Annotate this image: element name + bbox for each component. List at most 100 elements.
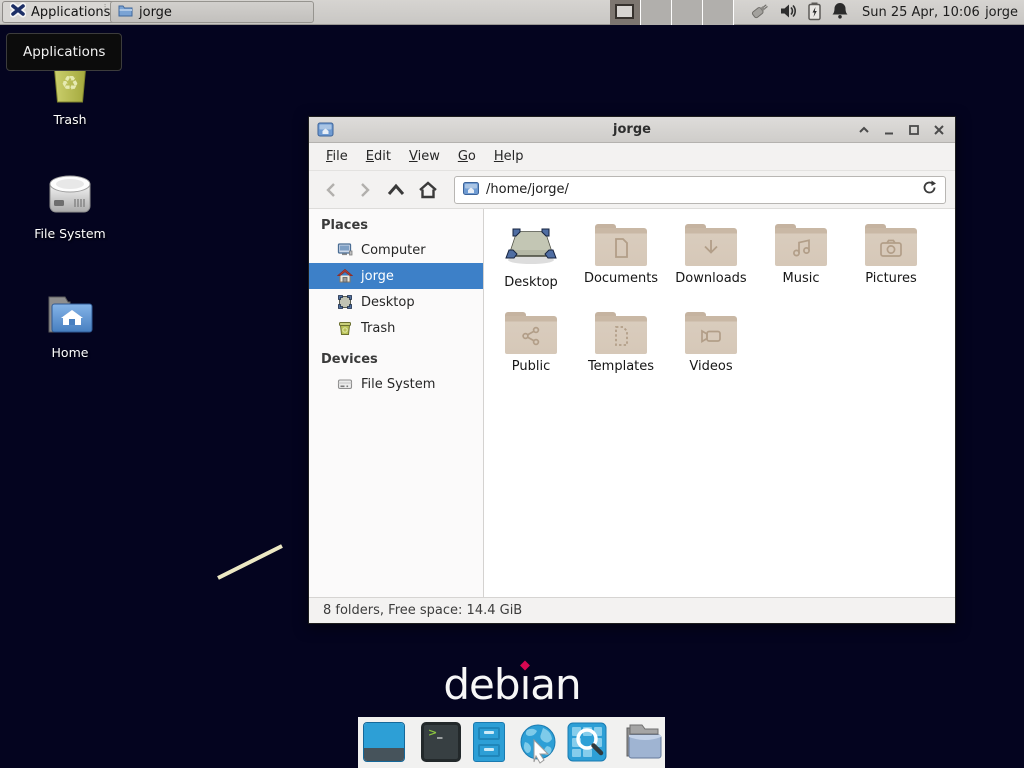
file-manager-icon xyxy=(473,722,505,762)
file-item-videos[interactable]: Videos xyxy=(667,312,755,374)
maximize-button[interactable] xyxy=(908,124,920,136)
file-item-downloads[interactable]: Downloads xyxy=(667,224,755,290)
toolbar: /home/jorge/ xyxy=(309,171,955,209)
debian-logo-text: deb xyxy=(443,660,519,709)
battery-icon[interactable] xyxy=(807,1,822,25)
applications-tooltip: Applications xyxy=(6,33,122,71)
home-button[interactable] xyxy=(414,176,442,204)
videos-folder-icon xyxy=(685,312,737,354)
desktop-folder-icon xyxy=(504,224,558,270)
xfce-logo-icon xyxy=(10,2,26,22)
system-tray xyxy=(748,0,849,25)
menu-help[interactable]: Help xyxy=(485,145,533,169)
sidebar-item-label: File System xyxy=(361,377,435,392)
tooltip-text: Applications xyxy=(23,44,105,60)
desktop-drawn-line xyxy=(210,540,294,586)
show-desktop-button[interactable] xyxy=(363,722,405,763)
path-bar[interactable]: /home/jorge/ xyxy=(454,176,946,204)
workspace-3[interactable] xyxy=(672,0,703,25)
statusbar-text: 8 folders, Free space: 14.4 GiB xyxy=(323,603,522,618)
file-item-music[interactable]: Music xyxy=(757,224,845,290)
pictures-folder-icon xyxy=(865,224,917,266)
forward-button[interactable] xyxy=(350,176,378,204)
sidebar-item-label: Desktop xyxy=(361,295,415,310)
file-view[interactable]: Desktop Documents xyxy=(484,209,955,597)
terminal-launcher[interactable]: >_ xyxy=(421,722,461,763)
menu-edit[interactable]: Edit xyxy=(357,145,400,169)
minimize-button[interactable] xyxy=(883,124,895,136)
network-icon[interactable] xyxy=(748,1,770,25)
back-button[interactable] xyxy=(318,176,346,204)
workspace-1[interactable] xyxy=(610,0,641,25)
sidebar-item-desktop[interactable]: Desktop xyxy=(309,289,483,315)
sidebar-item-label: jorge xyxy=(361,269,394,284)
trash-small-icon xyxy=(337,320,353,336)
file-item-templates[interactable]: Templates xyxy=(577,312,665,374)
panel-handle[interactable]: ⁝ xyxy=(101,4,109,21)
file-label: Videos xyxy=(689,359,732,374)
sidebar-item-label: Trash xyxy=(361,321,395,336)
menubar: File Edit View Go Help xyxy=(309,143,955,171)
svg-text:♻: ♻ xyxy=(61,71,79,95)
show-desktop-icon xyxy=(363,722,405,762)
close-button[interactable] xyxy=(933,124,945,136)
file-label: Downloads xyxy=(675,271,746,286)
panel-username[interactable]: jorge xyxy=(985,0,1018,25)
menu-file[interactable]: File xyxy=(317,145,357,169)
path-folder-icon xyxy=(463,180,479,199)
dock: >_ xyxy=(358,717,665,768)
up-button[interactable] xyxy=(382,176,410,204)
window-titlebar[interactable]: jorge xyxy=(309,117,955,143)
file-manager-launcher[interactable] xyxy=(469,722,509,763)
file-item-pictures[interactable]: Pictures xyxy=(847,224,935,290)
file-label: Music xyxy=(783,271,820,286)
reload-icon[interactable] xyxy=(922,180,937,199)
web-browser-launcher[interactable] xyxy=(517,722,559,763)
computer-icon xyxy=(337,242,353,258)
workspace-2[interactable] xyxy=(641,0,672,25)
filesystem-label: File System xyxy=(20,226,120,241)
filesystem-icon xyxy=(45,172,95,222)
app-finder-icon xyxy=(567,722,607,762)
app-finder-launcher[interactable] xyxy=(567,722,607,763)
path-input[interactable]: /home/jorge/ xyxy=(486,182,915,197)
file-item-public[interactable]: Public xyxy=(487,312,575,374)
top-panel: Applications ⁝ jorge xyxy=(0,0,1024,25)
file-label: Public xyxy=(512,359,550,374)
menu-view[interactable]: View xyxy=(400,145,449,169)
home-icon xyxy=(337,268,353,284)
panel-clock[interactable]: Sun 25 Apr, 10:06 xyxy=(862,0,980,25)
workspace-switcher[interactable] xyxy=(610,0,734,25)
desktop-icon-filesystem[interactable]: File System xyxy=(20,172,120,241)
file-item-desktop[interactable]: Desktop xyxy=(487,224,575,290)
places-header: Places xyxy=(309,215,483,237)
sidebar-item-trash[interactable]: Trash xyxy=(309,315,483,341)
drive-small-icon xyxy=(337,376,353,392)
sidebar-item-filesystem[interactable]: File System xyxy=(309,371,483,397)
sidebar-item-computer[interactable]: Computer xyxy=(309,237,483,263)
terminal-icon: >_ xyxy=(421,722,461,762)
notifications-icon[interactable] xyxy=(831,1,849,24)
workspace-4[interactable] xyxy=(703,0,734,25)
debian-logo: debıan xyxy=(412,660,612,709)
desktop-icon-home[interactable]: Home xyxy=(20,293,120,360)
home-folder-icon xyxy=(45,293,95,341)
shade-button[interactable] xyxy=(858,124,870,136)
file-label: Pictures xyxy=(865,271,916,286)
taskbar-window-label: jorge xyxy=(139,5,172,20)
file-item-documents[interactable]: Documents xyxy=(577,224,665,290)
taskbar-folder-icon xyxy=(118,4,133,21)
templates-folder-icon xyxy=(595,312,647,354)
taskbar-window-button[interactable]: jorge xyxy=(110,1,314,23)
directory-menu-launcher[interactable] xyxy=(623,722,665,763)
sidebar-item-label: Computer xyxy=(361,243,426,258)
directory-folder-icon xyxy=(623,722,665,762)
menu-go[interactable]: Go xyxy=(449,145,485,169)
volume-icon[interactable] xyxy=(779,2,798,24)
web-browser-icon xyxy=(517,722,559,764)
downloads-folder-icon xyxy=(685,224,737,266)
desktop-icon xyxy=(337,294,353,310)
documents-folder-icon xyxy=(595,224,647,266)
sidebar-item-jorge[interactable]: jorge xyxy=(309,263,483,289)
applications-menu-label: Applications xyxy=(31,5,110,20)
